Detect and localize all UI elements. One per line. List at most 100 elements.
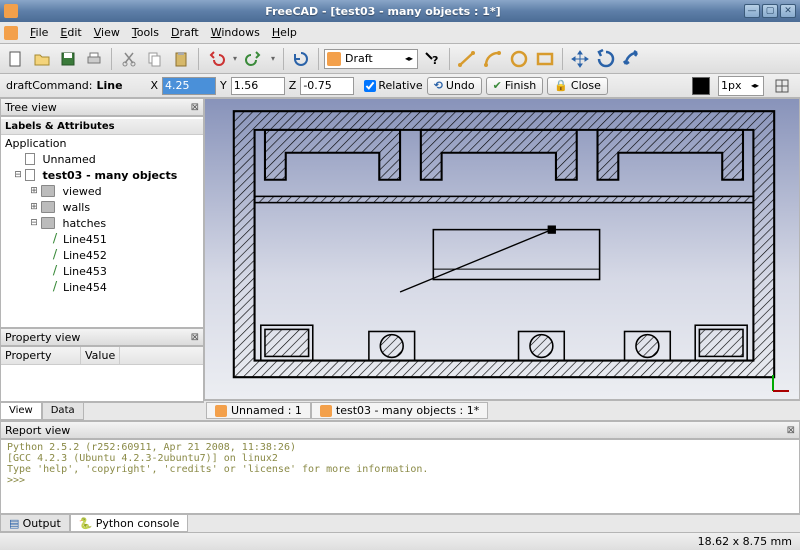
- menu-bar: File Edit View Tools Draft Windows Help: [0, 22, 800, 44]
- paste-icon[interactable]: [169, 47, 193, 71]
- document-icon: [25, 153, 35, 165]
- linewidth-selector[interactable]: 1px◂▸: [718, 76, 764, 96]
- draft-offset-icon[interactable]: [620, 47, 644, 71]
- line-icon: ⧸: [49, 281, 61, 293]
- window-titlebar: FreeCAD - [test03 - many objects : 1*] —…: [0, 0, 800, 22]
- report-view-header: Report view⊠: [0, 421, 800, 439]
- draft-line-icon[interactable]: [455, 47, 479, 71]
- tree-view-header: Tree view⊠: [0, 98, 204, 116]
- menu-windows[interactable]: Windows: [205, 24, 266, 41]
- cut-icon[interactable]: [117, 47, 141, 71]
- minimize-button[interactable]: —: [744, 4, 760, 18]
- property-table[interactable]: PropertyValue: [0, 346, 204, 402]
- tree-line-451[interactable]: ⧸Line451: [1, 231, 203, 247]
- y-label: Y: [220, 79, 227, 92]
- propview-close-icon[interactable]: ⊠: [191, 332, 199, 343]
- report-close-icon[interactable]: ⊠: [787, 425, 795, 436]
- menu-help[interactable]: Help: [266, 24, 303, 41]
- x-label: X: [150, 79, 158, 92]
- tab-python-console[interactable]: 🐍 Python console: [70, 515, 189, 532]
- draft-command-label: draftCommand:: [6, 79, 92, 92]
- undo-icon[interactable]: [204, 47, 228, 71]
- line-icon: ⧸: [49, 249, 61, 261]
- draft-command-name: Line: [96, 79, 146, 92]
- y-input[interactable]: [231, 77, 285, 95]
- property-col: Property: [1, 347, 81, 364]
- tree-line-454[interactable]: ⧸Line454: [1, 279, 203, 295]
- menu-file[interactable]: File: [24, 24, 54, 41]
- document-icon: [25, 169, 35, 181]
- property-view-header: Property view⊠: [0, 328, 204, 346]
- python-console[interactable]: Python 2.5.2 (r252:60911, Apr 21 2008, 1…: [0, 439, 800, 514]
- app-icon: [4, 4, 18, 18]
- menu-edit[interactable]: Edit: [54, 24, 87, 41]
- doc-icon: [215, 405, 227, 417]
- tree-doc-unnamed[interactable]: Unnamed: [1, 151, 203, 167]
- folder-icon: [41, 201, 55, 213]
- undo-dropdown-icon[interactable]: ▾: [230, 47, 240, 71]
- draft-arc-icon[interactable]: [481, 47, 505, 71]
- print-icon[interactable]: [82, 47, 106, 71]
- tab-data[interactable]: Data: [42, 403, 84, 420]
- document-tabs: Unnamed : 1 test03 - many objects : 1*: [204, 400, 800, 420]
- menu-draft[interactable]: Draft: [165, 24, 205, 41]
- doc-icon: [320, 405, 332, 417]
- tab-view[interactable]: View: [0, 403, 42, 420]
- tree-line-452[interactable]: ⧸Line452: [1, 247, 203, 263]
- z-input[interactable]: [300, 77, 354, 95]
- finish-button[interactable]: ✔Finish: [486, 77, 544, 95]
- close-button[interactable]: ✕: [780, 4, 796, 18]
- 3d-viewport[interactable]: [204, 98, 800, 400]
- tab-output[interactable]: ▤ Output: [0, 515, 70, 532]
- save-icon[interactable]: [56, 47, 80, 71]
- copy-icon[interactable]: [143, 47, 167, 71]
- draft-rectangle-icon[interactable]: [533, 47, 557, 71]
- redo-dropdown-icon[interactable]: ▾: [268, 47, 278, 71]
- tree-doc-test03[interactable]: ⊟ test03 - many objects: [1, 167, 203, 183]
- menu-view[interactable]: View: [88, 24, 126, 41]
- tree-root[interactable]: Application: [1, 135, 203, 151]
- x-input[interactable]: [162, 77, 216, 95]
- doc-tab-test03[interactable]: test03 - many objects : 1*: [311, 402, 488, 419]
- folder-icon: [41, 217, 55, 229]
- relative-checkbox[interactable]: Relative: [364, 79, 422, 92]
- line-icon: ⧸: [49, 233, 61, 245]
- line-icon: ⧸: [49, 265, 61, 277]
- maximize-button[interactable]: ▢: [762, 4, 778, 18]
- draft-circle-icon[interactable]: [507, 47, 531, 71]
- draft-icon: [327, 52, 341, 66]
- close-command-button[interactable]: 🔒Close: [547, 77, 608, 95]
- app-icon-small: [4, 26, 18, 40]
- menu-tools[interactable]: Tools: [126, 24, 165, 41]
- tree-folder-hatches[interactable]: ⊟ hatches: [1, 215, 203, 231]
- color-swatch[interactable]: [692, 77, 710, 95]
- svg-text:?: ?: [432, 54, 438, 67]
- tree-columns-header: Labels & Attributes: [1, 119, 203, 135]
- value-col: Value: [81, 347, 120, 364]
- whats-this-icon[interactable]: ?: [420, 47, 444, 71]
- toggle-construction-icon[interactable]: [770, 74, 794, 98]
- draft-move-icon[interactable]: [568, 47, 592, 71]
- open-file-icon[interactable]: [30, 47, 54, 71]
- folder-icon: [41, 185, 55, 197]
- refresh-icon[interactable]: [289, 47, 313, 71]
- tree-close-icon[interactable]: ⊠: [191, 102, 199, 113]
- status-bar: 18.62 x 8.75 mm: [0, 532, 800, 550]
- new-file-icon[interactable]: [4, 47, 28, 71]
- window-title: FreeCAD - [test03 - many objects : 1*]: [24, 5, 742, 18]
- tree-folder-viewed[interactable]: ⊞ viewed: [1, 183, 203, 199]
- draft-command-bar: draftCommand: Line X Y Z Relative ⟲Undo …: [0, 74, 800, 98]
- status-coords: 18.62 x 8.75 mm: [698, 535, 792, 548]
- axis-indicator-icon: [769, 371, 793, 395]
- undo-button[interactable]: ⟲Undo: [427, 77, 482, 95]
- workbench-label: Draft: [345, 52, 373, 65]
- draft-rotate-icon[interactable]: [594, 47, 618, 71]
- workbench-selector[interactable]: Draft ◂▸: [324, 49, 418, 69]
- main-toolbar: ▾ ▾ Draft ◂▸ ?: [0, 44, 800, 74]
- doc-tab-unnamed[interactable]: Unnamed : 1: [206, 402, 311, 419]
- redo-icon[interactable]: [242, 47, 266, 71]
- drawing-canvas: [213, 107, 795, 383]
- tree-line-453[interactable]: ⧸Line453: [1, 263, 203, 279]
- tree-folder-walls[interactable]: ⊞ walls: [1, 199, 203, 215]
- tree-view[interactable]: Labels & Attributes Application Unnamed …: [0, 116, 204, 328]
